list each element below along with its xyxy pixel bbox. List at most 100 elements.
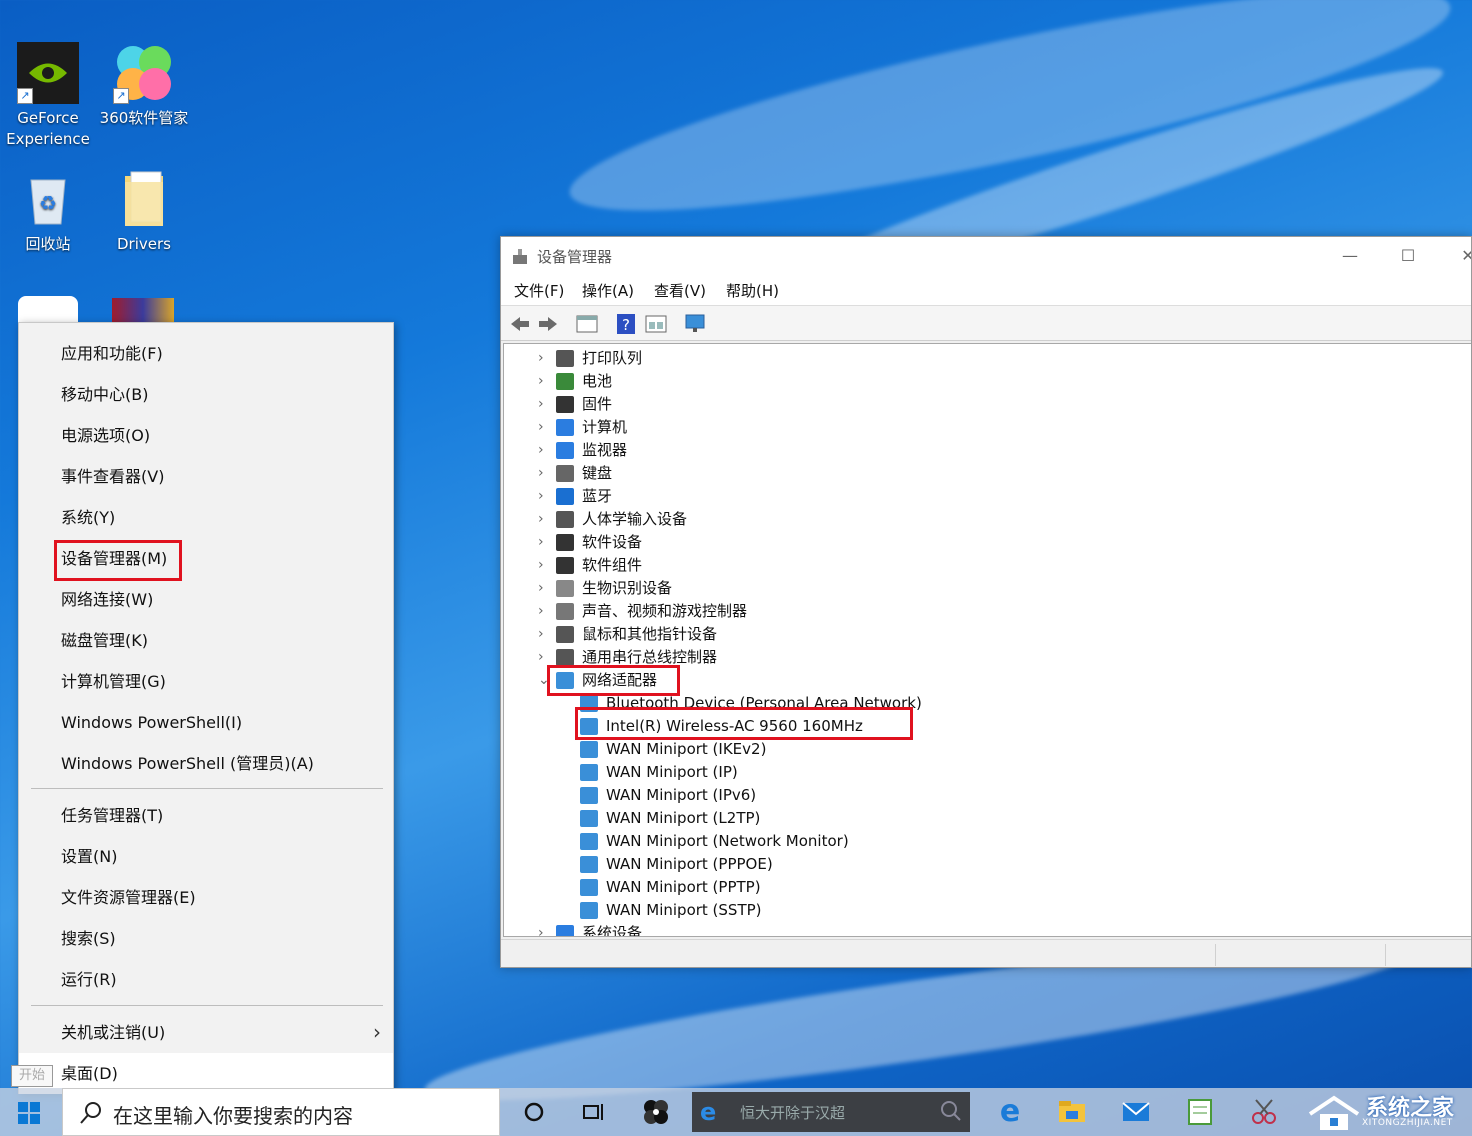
menu-item-disk-management[interactable]: 磁盘管理(K) (19, 620, 393, 661)
menu-action[interactable]: 操作(A) (582, 280, 634, 301)
chevron-right-icon[interactable]: › (538, 600, 552, 623)
tree-item-label: 固件 (582, 395, 613, 413)
scan-hardware-icon[interactable] (684, 314, 706, 334)
help-icon[interactable]: ? (615, 314, 637, 334)
desktop-icon-drivers[interactable]: Drivers (96, 168, 192, 255)
cortana-icon[interactable] (518, 1096, 550, 1128)
menu-view[interactable]: 查看(V) (654, 280, 706, 301)
search-placeholder: 在这里输入你要搜索的内容 (113, 1104, 353, 1128)
device-category-icon (556, 925, 574, 936)
tree-item-label: 监视器 (582, 441, 628, 459)
tree-item-label: WAN Miniport (Network Monitor) (606, 832, 849, 850)
tree-item-label: WAN Miniport (L2TP) (606, 809, 761, 827)
svg-text:♻: ♻ (39, 191, 57, 215)
menu-item-shutdown[interactable]: 关机或注销(U) › (19, 1012, 393, 1053)
chevron-right-icon[interactable]: › (538, 393, 552, 416)
desktop-icon-recycle-bin[interactable]: ♻ 回收站 (0, 168, 96, 255)
menu-item-power-options[interactable]: 电源选项(O) (19, 415, 393, 456)
tree-item-label: WAN Miniport (IKEv2) (606, 740, 767, 758)
menu-item-task-manager[interactable]: 任务管理器(T) (19, 795, 393, 836)
shortcut-arrow-icon: ↗ (17, 88, 33, 104)
desktop-icon-label: 360软件管家 (99, 109, 189, 127)
partial-winrar-icon[interactable] (112, 298, 174, 324)
tree-item-label: 打印队列 (582, 349, 643, 367)
device-category-icon (556, 396, 574, 413)
menu-item-mobility-center[interactable]: 移动中心(B) (19, 374, 393, 415)
view-icon[interactable] (645, 314, 667, 334)
minimize-button[interactable]: — (1327, 241, 1373, 271)
tree-item-label: 系统设备 (582, 924, 643, 937)
device-category-icon (556, 534, 574, 551)
chevron-right-icon[interactable]: › (538, 554, 552, 577)
chevron-right-icon[interactable]: › (538, 347, 552, 370)
folder-icon (113, 168, 175, 230)
watermark-logo: 系统之家 XITONGZHIJIA.NET (1300, 1088, 1472, 1136)
desktop-icon-geforce[interactable]: ↗ GeForce Experience (0, 42, 96, 150)
highlight-box-network-adapters (547, 665, 680, 696)
menu-item-network-connections[interactable]: 网络连接(W) (19, 579, 393, 620)
properties-icon[interactable] (576, 314, 598, 334)
desktop-icon-360[interactable]: ↗ 360软件管家 (96, 42, 192, 129)
menu-item-label: 关机或注销(U) (61, 1023, 166, 1042)
device-category-icon (556, 649, 574, 666)
desktop-icon-label: 回收站 (25, 235, 71, 253)
watermark-subtext: XITONGZHIJIA.NET (1362, 1118, 1453, 1128)
tree-item-label: 键盘 (582, 464, 613, 482)
snip-tool-icon[interactable] (1248, 1096, 1280, 1128)
menu-item-system[interactable]: 系统(Y) (19, 497, 393, 538)
search-icon (79, 1101, 103, 1129)
menu-item-search[interactable]: 搜索(S) (19, 918, 393, 959)
desktop-icon-label: Drivers (117, 235, 171, 253)
chevron-right-icon[interactable]: › (538, 922, 552, 936)
device-category-icon (556, 603, 574, 620)
ie-news-widget[interactable]: e 恒大开除于汉超 (692, 1092, 970, 1132)
taskbar-search-box[interactable]: 在这里输入你要搜索的内容 (62, 1088, 500, 1136)
chevron-right-icon[interactable]: › (538, 462, 552, 485)
network-adapter-icon (580, 764, 598, 781)
notepad-icon[interactable] (1184, 1096, 1216, 1128)
menu-bar: 文件(F) 操作(A) 查看(V) 帮助(H) (501, 275, 1471, 305)
device-category-icon (556, 511, 574, 528)
chevron-right-icon[interactable]: › (538, 485, 552, 508)
tree-item-label: WAN Miniport (PPTP) (606, 878, 761, 896)
menu-item-powershell[interactable]: Windows PowerShell(I) (19, 702, 393, 743)
device-category-icon (556, 626, 574, 643)
edge-icon[interactable]: e (994, 1096, 1026, 1128)
geforce-icon: ↗ (17, 42, 79, 104)
maximize-button[interactable]: ☐ (1385, 241, 1431, 271)
device-tree: › 打印队列 › 电池 › 固件 › 计算机 › 监视器 › 键盘 › 蓝牙 › 人体学输入设备 › 软件设备 › 软… (503, 343, 1471, 937)
close-button[interactable]: ✕ (1445, 241, 1471, 271)
device-manager-icon (511, 247, 529, 265)
highlight-box-intel-wireless (575, 707, 913, 740)
menu-item-computer-management[interactable]: 计算机管理(G) (19, 661, 393, 702)
task-view-icon[interactable] (578, 1096, 610, 1128)
network-adapter-icon (580, 879, 598, 896)
chevron-right-icon[interactable]: › (538, 508, 552, 531)
chevron-right-icon[interactable]: › (538, 370, 552, 393)
app-pinwheel-icon[interactable] (640, 1096, 672, 1128)
chevron-right-icon: › (373, 1020, 381, 1044)
menu-file[interactable]: 文件(F) (514, 280, 564, 301)
menu-item-event-viewer[interactable]: 事件查看器(V) (19, 456, 393, 497)
menu-help[interactable]: 帮助(H) (726, 280, 779, 301)
menu-item-run[interactable]: 运行(R) (19, 959, 393, 1000)
menu-item-powershell-admin[interactable]: Windows PowerShell (管理员)(A) (19, 743, 393, 784)
windows-start-icon[interactable] (18, 1102, 40, 1124)
mail-icon[interactable] (1120, 1096, 1152, 1128)
highlight-box-device-manager (54, 540, 182, 581)
menu-item-settings[interactable]: 设置(N) (19, 836, 393, 877)
file-explorer-icon[interactable] (1056, 1096, 1088, 1128)
device-category-icon (556, 580, 574, 597)
shortcut-arrow-icon: ↗ (113, 88, 129, 104)
tree-item-label: WAN Miniport (IP) (606, 763, 738, 781)
forward-arrow-icon[interactable] (537, 314, 559, 334)
chevron-right-icon[interactable]: › (538, 531, 552, 554)
menu-item-file-explorer[interactable]: 文件资源管理器(E) (19, 877, 393, 918)
menu-item-apps-features[interactable]: 应用和功能(F) (19, 333, 393, 374)
chevron-right-icon[interactable]: › (538, 416, 552, 439)
recycle-bin-icon: ♻ (17, 168, 79, 230)
chevron-right-icon[interactable]: › (538, 439, 552, 462)
chevron-right-icon[interactable]: › (538, 577, 552, 600)
chevron-right-icon[interactable]: › (538, 623, 552, 646)
back-arrow-icon[interactable] (509, 314, 531, 334)
